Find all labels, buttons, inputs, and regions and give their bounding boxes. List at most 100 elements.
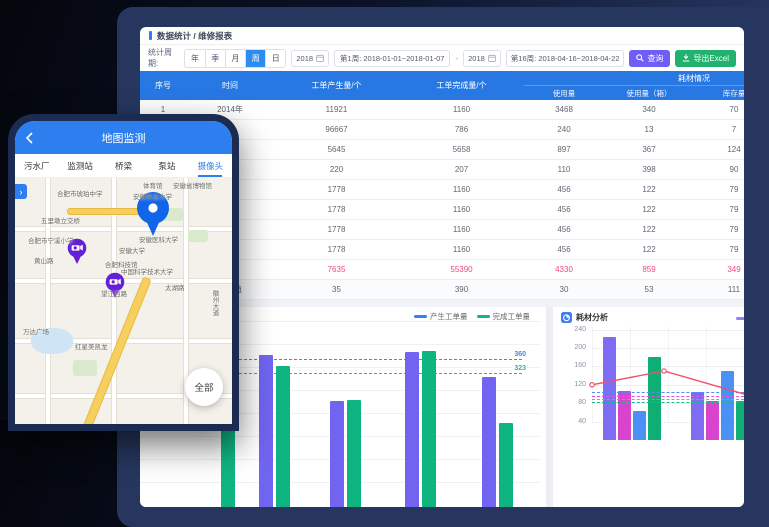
phone-tab-5[interactable]: 摄像头 — [189, 154, 232, 177]
right-chart-bar — [633, 411, 646, 440]
left-chart-legend: 产生工单量 完成工单量 — [380, 311, 530, 322]
bar-completed — [347, 400, 361, 507]
table-row[interactable]: 12014年119211160346834070250 — [140, 100, 744, 120]
y-axis-tick: 240 — [568, 326, 586, 333]
period-option[interactable]: 日 — [266, 50, 285, 67]
cell: 79 — [694, 205, 744, 214]
y-axis-tick: 40 — [568, 418, 586, 425]
period-option[interactable]: 季 — [206, 50, 226, 67]
cell: 53 — [604, 285, 694, 294]
table-header-main: 序号时间工单产生量/个工单完成量/个 — [140, 71, 524, 100]
right-chart-title: 耗材分析 — [561, 312, 608, 323]
right-chart-bar — [706, 401, 719, 440]
cell: 456 — [524, 225, 604, 234]
y-axis-tick: 80 — [568, 399, 586, 406]
legend-item[interactable]: 产生工单量 — [414, 311, 468, 322]
calendar-icon — [488, 54, 496, 62]
cell: 390 — [399, 285, 524, 294]
period-option[interactable]: 月 — [226, 50, 246, 67]
phone-tab-1[interactable]: 污水厂 — [15, 154, 58, 177]
cell: 240 — [524, 125, 604, 134]
cell: 30 — [524, 285, 604, 294]
cell: 456 — [524, 205, 604, 214]
map-label: 安徽农业大学 — [133, 191, 172, 201]
right-chart-bar — [736, 401, 744, 440]
phone-tab-bar: 污水厂监测站桥梁泵站摄像头 — [15, 154, 232, 178]
cell: 456 — [524, 185, 604, 194]
cell: 1778 — [274, 225, 399, 234]
bar-generated — [482, 377, 496, 507]
map-label: 合肥市琥珀中学 — [57, 188, 103, 198]
map-label: 体育馆 — [143, 180, 163, 190]
phone-tab-4[interactable]: 泵站 — [145, 154, 188, 177]
consumables-group: 耗材情况 使用量使用量（箱）库存量金额 — [524, 71, 744, 100]
right-chart-title-text: 耗材分析 — [576, 312, 608, 323]
cell: 70 — [694, 105, 744, 114]
cell: 1160 — [399, 105, 524, 114]
calendar-icon — [316, 54, 324, 62]
query-button[interactable]: 查询 — [629, 50, 670, 67]
map-label: 合肥市宁溪小学 — [28, 235, 74, 245]
cell: 110 — [524, 165, 604, 174]
phone-mockup: 地图监测 污水厂监测站桥梁泵站摄像头 › — [8, 114, 239, 431]
y-axis-tick: 160 — [568, 362, 586, 369]
phone-page-title: 地图监测 — [102, 130, 146, 146]
cell: 207 — [399, 165, 524, 174]
phone-tab-3[interactable]: 桥梁 — [102, 154, 145, 177]
cell: 4330 — [524, 265, 604, 274]
cell: 1778 — [274, 185, 399, 194]
column-header: 工单产生量/个 — [274, 71, 399, 99]
start-week-input[interactable]: 第1周: 2018-01-01~2018-01-07 — [334, 50, 450, 67]
cell: 220 — [274, 165, 399, 174]
breadcrumb-accent-bar — [149, 31, 152, 40]
map-label: 万达广场 — [23, 326, 49, 336]
legend-item[interactable]: 完成工单量 — [477, 311, 531, 322]
filter-bar: 统计周期: 年季月周日 2018 第1周: 2018-01-01~2018-01… — [140, 45, 744, 71]
cell: 786 — [399, 125, 524, 134]
search-icon — [636, 54, 644, 62]
legend-label: 完成工单量 — [493, 311, 531, 322]
period-option[interactable]: 周 — [246, 50, 266, 67]
screenshot-canvas: { "colors": { "primary_blue": "#2d7ff0",… — [0, 0, 769, 420]
legend-label: 产生工单量 — [430, 311, 468, 322]
map-expand-button[interactable]: › — [15, 184, 27, 199]
right-reference-line — [592, 392, 744, 393]
map-park — [188, 230, 208, 242]
column-header: 工单完成量/个 — [399, 71, 524, 99]
period-segmented-control[interactable]: 年季月周日 — [184, 49, 286, 68]
cell: 7635 — [274, 265, 399, 274]
charts-vertical-divider — [546, 307, 553, 507]
cell: 5658 — [399, 145, 524, 154]
cell: 79 — [694, 245, 744, 254]
back-button[interactable] — [25, 131, 33, 149]
right-reference-line — [592, 396, 744, 397]
export-excel-button[interactable]: 导出Excel — [675, 50, 736, 67]
cell: 859 — [604, 265, 694, 274]
cell: 111 — [694, 285, 744, 294]
sub-column-header: 使用量 — [524, 86, 604, 100]
map-view[interactable]: › 全部 体育馆安徽省博物馆安徽农业大学合肥市琥珀中学五里墩立交桥合肥市宁溪小学… — [15, 178, 232, 424]
table-subheaders: 使用量使用量（箱）库存量金额 — [524, 86, 744, 100]
period-label: 统计周期: — [148, 47, 179, 69]
start-year-select[interactable]: 2018 — [291, 50, 329, 67]
end-week-input[interactable]: 第16周: 2018-04-16~2018-04-22 — [506, 50, 625, 67]
range-separator: - — [455, 54, 458, 63]
cell: 340 — [604, 105, 694, 114]
map-label: 红星美凯龙 — [75, 341, 108, 351]
cell: 1778 — [274, 245, 399, 254]
cell: 122 — [604, 225, 694, 234]
right-chart-gridline — [592, 330, 744, 331]
show-all-button[interactable]: 全部 — [185, 368, 223, 406]
column-header: 时间 — [186, 71, 274, 99]
cell: 90 — [694, 165, 744, 174]
reference-line-label: 323 — [512, 365, 526, 372]
end-year-select[interactable]: 2018 — [463, 50, 501, 67]
period-option[interactable]: 年 — [185, 50, 205, 67]
cell: 349 — [694, 265, 744, 274]
right-chart-legend-swatch — [736, 317, 744, 320]
map-label: 太湖路 — [165, 282, 185, 292]
phone-tab-2[interactable]: 监测站 — [58, 154, 101, 177]
cell: 1 — [140, 105, 186, 114]
right-chart-bar — [603, 337, 616, 441]
reference-line-label: 360 — [512, 351, 526, 358]
